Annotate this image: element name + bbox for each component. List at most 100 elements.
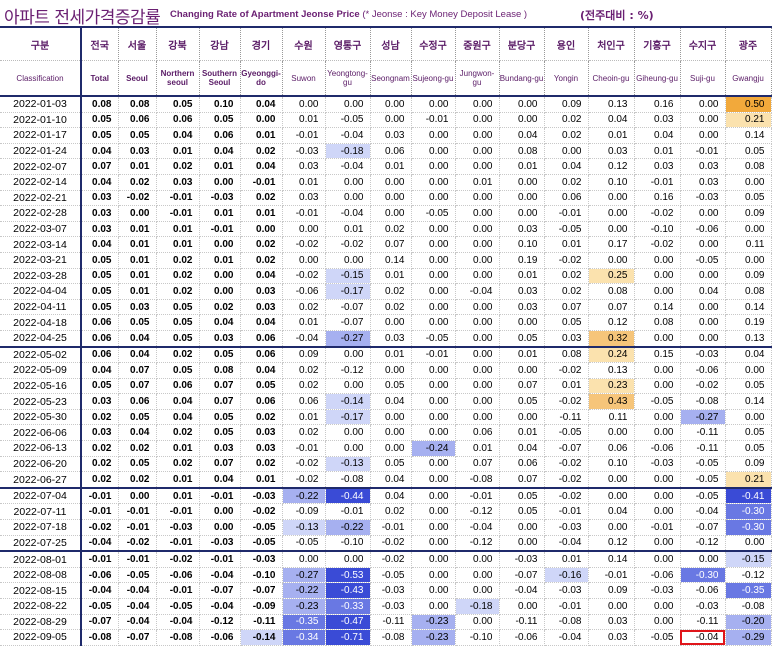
cell-value: -0.04 bbox=[680, 503, 726, 521]
col-header-en-7: Yeongtong-gu bbox=[325, 60, 371, 97]
cell-value: -0.02 bbox=[156, 550, 200, 568]
cell-value: 0.43 bbox=[588, 393, 635, 410]
cell-value: 0.02 bbox=[156, 283, 200, 300]
cell-value: 0.00 bbox=[680, 96, 726, 113]
cell-value: 0.23 bbox=[588, 378, 635, 395]
cell-value: 0.05 bbox=[725, 190, 772, 207]
col-header-ko-15: 수지구 bbox=[680, 26, 726, 61]
cell-value: 0.00 bbox=[411, 158, 456, 175]
cell-value: 0.00 bbox=[680, 299, 726, 316]
cell-value: -0.02 bbox=[544, 362, 589, 379]
cell-value: 0.01 bbox=[118, 221, 157, 238]
cell-value: -0.03 bbox=[156, 519, 200, 536]
cell-value: -0.33 bbox=[325, 598, 371, 615]
cell-value: -0.01 bbox=[81, 486, 119, 505]
cell-value: -0.02 bbox=[544, 252, 589, 269]
row-date: 2022-09-05 bbox=[0, 629, 82, 646]
row-date: 2022-08-08 bbox=[0, 567, 82, 584]
cell-value: -0.01 bbox=[199, 486, 241, 505]
table-row: 2022-06-20 0.02 0.05 0.02 0.07 0.02 -0.02 -0.13… bbox=[0, 456, 772, 473]
row-date: 2022-05-02 bbox=[0, 345, 82, 364]
cell-value: -0.01 bbox=[118, 503, 157, 521]
cell-value: 0.00 bbox=[118, 205, 157, 222]
cell-value: 0.00 bbox=[455, 205, 500, 222]
cell-value: -0.18 bbox=[455, 598, 500, 615]
cell-value: -0.03 bbox=[544, 519, 589, 536]
cell-value: 0.02 bbox=[544, 174, 589, 191]
table-row: 2022-05-23 0.03 0.06 0.04 0.07 0.06 0.06 -0.14 0… bbox=[0, 393, 772, 410]
cell-value: -0.01 bbox=[199, 221, 241, 238]
cell-value: 0.00 bbox=[199, 174, 241, 191]
cell-value: 0.02 bbox=[370, 503, 412, 521]
table-row: 2022-04-11 0.05 0.03 0.05 0.02 0.03 0.02 -0.07 0… bbox=[0, 299, 772, 316]
cell-value: -0.01 bbox=[544, 503, 589, 521]
cell-value: -0.01 bbox=[81, 503, 119, 521]
cell-value: 0.09 bbox=[544, 96, 589, 113]
table-row: 2022-07-11 -0.01 -0.01 -0.01 0.00 -0.02 -0.09-… bbox=[0, 503, 772, 521]
cell-value: -0.10 bbox=[240, 567, 283, 584]
cell-value: 0.00 bbox=[411, 535, 456, 552]
cell-value: -0.05 bbox=[544, 221, 589, 238]
row-date: 2022-03-07 bbox=[0, 221, 82, 238]
cell-value: 0.12 bbox=[588, 314, 635, 331]
data-table: 구분 전국 서울 강북 강남 경기 수원 영통구 성남 수정구 중원구 분당구 용인 처인구 기흥구 수지구 광… bbox=[0, 26, 772, 646]
cell-value: -0.23 bbox=[282, 598, 326, 615]
cell-value: 0.01 bbox=[199, 252, 241, 269]
cell-value: 0.00 bbox=[725, 221, 772, 238]
cell-value: -0.01 bbox=[81, 550, 119, 568]
cell-value: 0.02 bbox=[544, 112, 589, 129]
cell-value: -0.06 bbox=[680, 362, 726, 379]
cell-value: 0.05 bbox=[81, 283, 119, 300]
cell-value: 0.00 bbox=[588, 598, 635, 615]
cell-value: 0.09 bbox=[725, 268, 772, 285]
cell-value: 0.00 bbox=[725, 362, 772, 379]
cell-value: 0.14 bbox=[634, 299, 681, 316]
col-header-ko-6: 수원 bbox=[282, 26, 326, 61]
cell-value: -0.47 bbox=[325, 614, 371, 631]
col-header-en-4: Southern Seoul bbox=[199, 60, 241, 97]
cell-value: 0.00 bbox=[680, 330, 726, 348]
cell-value: 0.00 bbox=[680, 127, 726, 144]
row-date: 2022-04-25 bbox=[0, 330, 82, 348]
cell-value: 0.00 bbox=[499, 314, 545, 331]
cell-value: 0.02 bbox=[156, 158, 200, 175]
cell-value: -0.01 bbox=[634, 519, 681, 536]
row-date: 2022-05-16 bbox=[0, 378, 82, 395]
cell-value: 0.03 bbox=[81, 221, 119, 238]
cell-value: 0.00 bbox=[455, 112, 500, 129]
table-row: 2022-07-18 -0.02 -0.01 -0.03 0.00 -0.05 -0.13-… bbox=[0, 519, 772, 536]
cell-value: -0.04 bbox=[455, 519, 500, 536]
cell-value: 0.01 bbox=[455, 174, 500, 191]
cell-value: -0.07 bbox=[544, 440, 589, 457]
col-header-ko-11: 분당구 bbox=[499, 26, 545, 61]
cell-value: 0.03 bbox=[240, 283, 283, 300]
table-row: 2022-04-18 0.06 0.05 0.05 0.04 0.04 0.01 -0.07 0… bbox=[0, 314, 772, 331]
cell-value: 0.05 bbox=[499, 330, 545, 348]
cell-value: 0.05 bbox=[499, 503, 545, 521]
cell-value: 0.08 bbox=[725, 283, 772, 300]
cell-value: -0.05 bbox=[282, 535, 326, 552]
cell-value: -0.04 bbox=[325, 158, 371, 175]
col-header-en-3: Northern seoul bbox=[156, 60, 200, 97]
table-row: 2022-08-22 -0.05 -0.04 -0.05 -0.04 -0.09 -0.23… bbox=[0, 598, 772, 615]
cell-value: 0.00 bbox=[725, 535, 772, 552]
cell-value: -0.10 bbox=[325, 535, 371, 552]
cell-value: 0.10 bbox=[588, 456, 635, 473]
cell-value: 0.03 bbox=[240, 440, 283, 457]
cell-value: 0.03 bbox=[118, 299, 157, 316]
cell-value: -0.20 bbox=[725, 614, 772, 631]
cell-value: 0.14 bbox=[725, 299, 772, 316]
cell-value: 0.00 bbox=[240, 112, 283, 129]
cell-value: 0.01 bbox=[370, 268, 412, 285]
cell-value: 0.03 bbox=[370, 330, 412, 348]
cell-value: 0.09 bbox=[725, 456, 772, 473]
cell-value: 0.09 bbox=[282, 345, 326, 364]
cell-value: 0.06 bbox=[455, 424, 500, 442]
col-header-ko-7: 영통구 bbox=[325, 26, 371, 61]
cell-value: -0.27 bbox=[282, 567, 326, 584]
cell-value: 0.00 bbox=[370, 440, 412, 457]
cell-value: -0.06 bbox=[634, 440, 681, 457]
cell-value: 0.01 bbox=[199, 205, 241, 222]
cell-value: 0.00 bbox=[411, 174, 456, 191]
cell-value: 0.05 bbox=[725, 143, 772, 160]
